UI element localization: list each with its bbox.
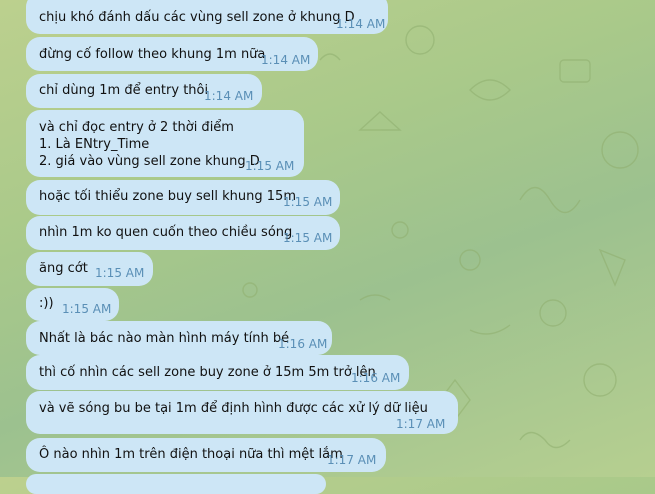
message-bubble[interactable]: ăng cớt 1:15 AM	[26, 252, 153, 286]
message-time: 1:14 AM	[336, 17, 386, 31]
message-text: chỉ dùng 1m để entry thôi	[39, 83, 209, 98]
message-text: nhìn 1m ko quen cuốn theo chiều sóng	[39, 225, 293, 240]
message-bubble[interactable]: nhìn 1m ko quen cuốn theo chiều sóng 1:1…	[26, 216, 340, 250]
message-text: và chỉ đọc entry ở 2 thời điểm 1. Là ENt…	[39, 120, 260, 169]
message-bubble[interactable]: và vẽ sóng bu be tại 1m để định hình đượ…	[26, 391, 458, 434]
message-time: 1:16 AM	[278, 337, 328, 351]
message-bubble[interactable]: chịu khó đánh dấu các vùng sell zone ở k…	[26, 0, 388, 34]
message-bubble[interactable]: thì cố nhìn các sell zone buy zone ở 15m…	[26, 355, 409, 390]
message-bubble-partial[interactable]	[26, 474, 326, 494]
message-time: 1:15 AM	[95, 266, 145, 280]
message-bubble[interactable]: chỉ dùng 1m để entry thôi 1:14 AM	[26, 74, 262, 108]
message-time: 1:15 AM	[245, 159, 295, 173]
message-bubble[interactable]: Ô nào nhìn 1m trên điện thoại nữa thì mệ…	[26, 438, 386, 472]
message-text: chịu khó đánh dấu các vùng sell zone ở k…	[39, 10, 355, 25]
message-time: 1:15 AM	[283, 231, 333, 245]
message-bubble[interactable]: :)) 1:15 AM	[26, 288, 119, 321]
message-text: Nhất là bác nào màn hình máy tính bé	[39, 331, 290, 346]
message-bubble[interactable]: hoặc tối thiểu zone buy sell khung 15m 1…	[26, 180, 340, 215]
message-text: thì cố nhìn các sell zone buy zone ở 15m…	[39, 365, 376, 380]
message-time: 1:17 AM	[396, 417, 446, 431]
message-bubble[interactable]: Nhất là bác nào màn hình máy tính bé 1:1…	[26, 321, 332, 355]
message-time: 1:14 AM	[204, 89, 254, 103]
message-text: và vẽ sóng bu be tại 1m để định hình đượ…	[39, 401, 428, 416]
message-text: :))	[39, 296, 54, 311]
message-text: đừng cố follow theo khung 1m nữa	[39, 47, 266, 62]
message-time: 1:15 AM	[283, 195, 333, 209]
message-bubble[interactable]: và chỉ đọc entry ở 2 thời điểm 1. Là ENt…	[26, 110, 304, 177]
message-list[interactable]: chịu khó đánh dấu các vùng sell zone ở k…	[0, 0, 655, 494]
message-time: 1:14 AM	[261, 53, 311, 67]
message-bubble[interactable]: đừng cố follow theo khung 1m nữa 1:14 AM	[26, 37, 318, 71]
message-text: ăng cớt	[39, 261, 88, 276]
message-text: hoặc tối thiểu zone buy sell khung 15m	[39, 189, 296, 204]
message-time: 1:17 AM	[327, 453, 377, 467]
message-time: 1:15 AM	[62, 302, 112, 316]
message-text: Ô nào nhìn 1m trên điện thoại nữa thì mệ…	[39, 447, 343, 462]
message-time: 1:16 AM	[351, 371, 401, 385]
